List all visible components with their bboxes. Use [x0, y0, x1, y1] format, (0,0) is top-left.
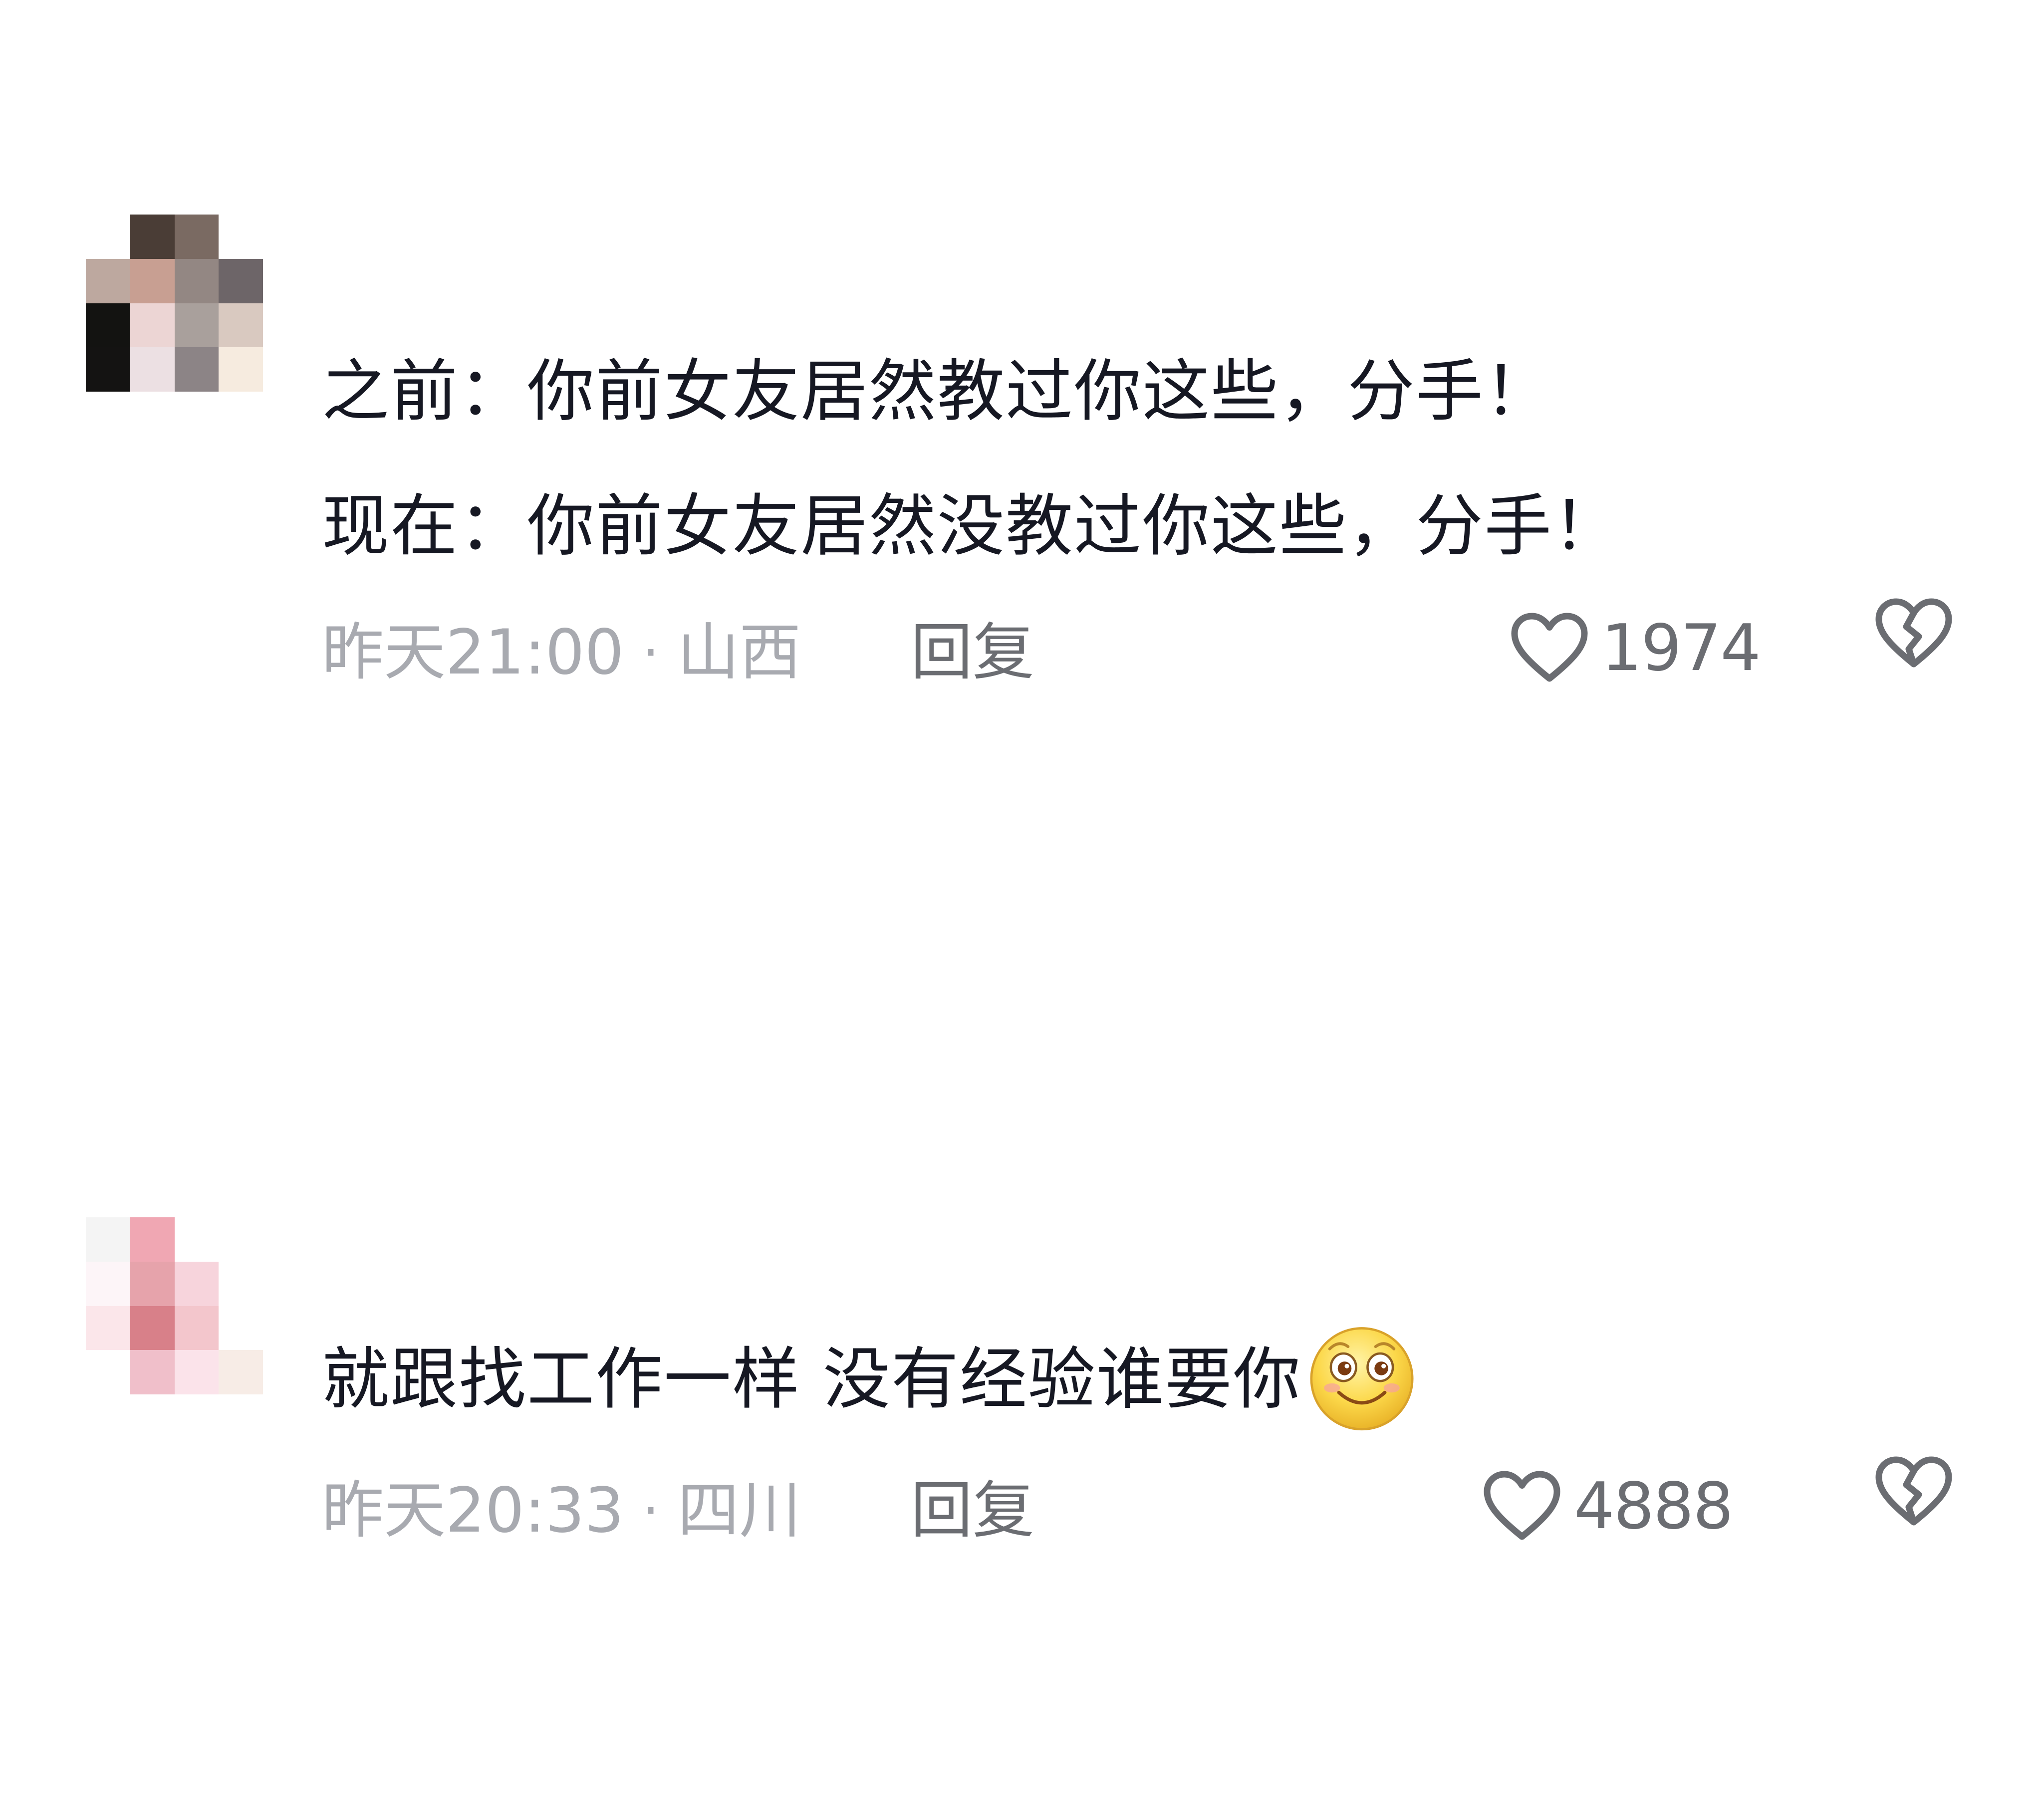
avatar-pixel [130, 1306, 175, 1351]
avatar-pixel [130, 347, 175, 392]
avatar-pixel [86, 258, 130, 303]
reply-button[interactable]: 回复 [911, 603, 1034, 702]
avatar-pixel [130, 1350, 175, 1394]
avatar-pixel [174, 1306, 219, 1351]
avatar-pixel [174, 1350, 219, 1394]
like-count: 1974 [1601, 611, 1761, 685]
avatar-pixel [174, 258, 219, 303]
avatar-pixel [219, 1261, 263, 1306]
avatar[interactable] [86, 215, 263, 392]
avatar-pixel [219, 347, 263, 392]
heart-outline-icon [1482, 1469, 1562, 1544]
comment-time: 昨天20:33 [322, 1474, 624, 1547]
avatar-pixel [86, 1261, 130, 1306]
comment-location: 四川 [677, 1474, 801, 1547]
avatar[interactable] [86, 1217, 263, 1394]
dislike-button[interactable] [1871, 597, 1956, 700]
avatar-pixel [130, 1261, 175, 1306]
like-button[interactable]: 1974 [1510, 599, 1761, 698]
comment-location: 山西 [677, 616, 801, 688]
avatar-pixel [86, 1350, 130, 1394]
avatar-pixel [174, 215, 219, 259]
comment-body: 就跟找工作一样 没有经验谁要你 [322, 1312, 1864, 1447]
comment-time: 昨天21:00 [322, 616, 624, 688]
comment-text-line: 现在：你前女友居然没教过你这些，分手！ [322, 487, 1621, 565]
avatar-pixel [219, 303, 263, 348]
avatar-pixel [174, 303, 219, 348]
avatar-pixel [130, 215, 175, 259]
smiling-face-emoji-icon [1304, 1319, 1419, 1434]
comment-text-line: 就跟找工作一样 没有经验谁要你 [322, 1312, 1864, 1447]
avatar-pixel [219, 215, 263, 259]
comment-body: 之前：你前女友居然教过你这些，分手！ 现在：你前女友居然没教过你这些，分手！ [322, 324, 1864, 594]
avatar-pixel [219, 1350, 263, 1394]
comment-text: 就跟找工作一样 没有经验谁要你 [322, 1340, 1301, 1418]
avatar-pixel [174, 347, 219, 392]
reply-button[interactable]: 回复 [911, 1461, 1034, 1561]
comment-meta: 昨天20:33 · 四川 回复 4888 [322, 1455, 2019, 1559]
meta-separator: · [642, 620, 660, 684]
comment-text-line: 之前：你前女友居然教过你这些，分手！ [322, 352, 1552, 431]
avatar-pixel [219, 1306, 263, 1351]
avatar-pixel [130, 303, 175, 348]
avatar-pixel [219, 258, 263, 303]
avatar-pixel [219, 1217, 263, 1262]
avatar-pixel [86, 1217, 130, 1262]
broken-heart-icon [1874, 597, 1954, 700]
avatar-pixel [174, 1217, 219, 1262]
comment-meta: 昨天21:00 · 山西 回复 1974 [322, 597, 2019, 700]
avatar-pixel [86, 303, 130, 348]
meta-separator: · [642, 1478, 660, 1543]
avatar-pixel [86, 347, 130, 392]
heart-outline-icon [1510, 611, 1589, 686]
avatar-pixel [130, 258, 175, 303]
avatar-pixel [86, 215, 130, 259]
like-count: 4888 [1574, 1469, 1734, 1544]
like-button[interactable]: 4888 [1482, 1457, 1734, 1557]
avatar-pixel [130, 1217, 175, 1262]
avatar-pixel [86, 1306, 130, 1351]
broken-heart-icon [1874, 1455, 1954, 1559]
dislike-button[interactable] [1871, 1455, 1956, 1559]
avatar-pixel [174, 1261, 219, 1306]
